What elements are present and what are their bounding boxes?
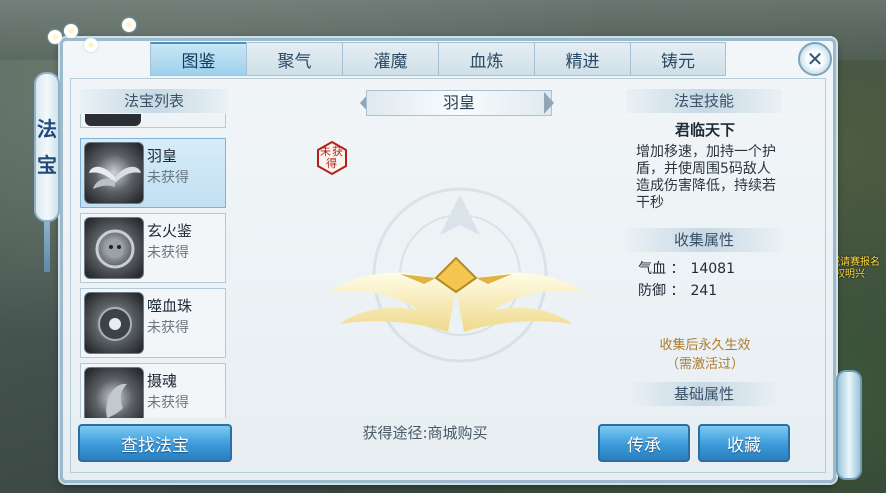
- treasure-wings-model: [328, 256, 584, 332]
- tab-blood-refine[interactable]: 血炼: [438, 42, 534, 76]
- base-section-header: 基础属性: [626, 382, 782, 406]
- item-name: 玄火鉴: [147, 222, 193, 240]
- treasure-thumb-icon: [85, 114, 141, 126]
- activation-note: （需激活过）: [665, 357, 744, 372]
- item-name: 噬血珠: [147, 297, 193, 315]
- attr-value: 241: [690, 283, 718, 299]
- tab-bar: 图鉴 聚气 灌魔 血炼 精进 铸元: [150, 42, 726, 76]
- attr-row-hp: 气血 ： 14081: [638, 261, 735, 277]
- plum-blossom-icon: [64, 24, 78, 38]
- find-treasure-button[interactable]: 查找法宝: [78, 424, 232, 462]
- seal-text: 未获得: [320, 145, 344, 170]
- treasure-name-title: 羽皇: [366, 90, 552, 116]
- plum-blossom-icon: [48, 30, 62, 44]
- skill-description: 增加移速，加持一个护盾，并使周围5码敌人造成伤害降低，持续若干秒: [636, 144, 776, 211]
- treasure-info-panel[interactable]: 法宝技能 君临天下 增加移速，加持一个护盾，并使周围5码敌人造成伤害降低，持续若…: [620, 89, 790, 417]
- inherit-button[interactable]: 传承: [598, 424, 690, 462]
- tab-forge[interactable]: 铸元: [630, 42, 726, 76]
- close-icon: ✕: [806, 47, 824, 71]
- list-item[interactable]: 噬血珠 未获得: [80, 288, 226, 358]
- scroll-tassel: [44, 222, 50, 272]
- attr-label: 防御: [638, 283, 666, 299]
- tab-infuse[interactable]: 灌魔: [342, 42, 438, 76]
- item-status: 未获得: [147, 395, 189, 411]
- plum-blossom-icon: [84, 38, 98, 52]
- collect-note: 收集后永久生效: [659, 338, 751, 353]
- soul-icon: [84, 367, 144, 418]
- skill-name: 君临天下: [674, 121, 735, 139]
- item-name: 羽皇: [147, 147, 178, 165]
- item-status: 未获得: [147, 320, 189, 336]
- attr-row-defense: 防御 ： 241: [638, 283, 718, 299]
- item-status: 未获得: [147, 245, 189, 261]
- attr-label: 气血: [638, 261, 666, 277]
- treasure-list-title: 法宝列表: [80, 89, 228, 113]
- list-item[interactable]: 玄火鉴 未获得: [80, 213, 226, 283]
- list-item-partial[interactable]: [80, 114, 226, 128]
- attr-value: 14081: [690, 261, 735, 277]
- item-name: 摄魂: [147, 372, 178, 390]
- close-button[interactable]: ✕: [798, 42, 832, 76]
- lantern-decoration: [836, 370, 862, 480]
- not-obtained-seal: 未获得: [314, 140, 350, 176]
- list-item[interactable]: 摄魂 未获得: [80, 363, 226, 418]
- plum-blossom-icon: [122, 18, 136, 32]
- collect-section-header: 收集属性: [626, 228, 782, 252]
- treasure-list[interactable]: 羽皇 未获得 玄火鉴 未获得 噬血珠 未获得 摄魂 未获得: [80, 114, 228, 418]
- list-item[interactable]: 羽皇 未获得: [80, 138, 226, 208]
- wings-icon: [84, 142, 144, 204]
- collect-button[interactable]: 收藏: [698, 424, 790, 462]
- acquire-source-text: 获得途径:商城购买: [362, 424, 488, 442]
- side-title-char-1: 法: [37, 117, 57, 141]
- skill-section-header: 法宝技能: [626, 89, 782, 113]
- tab-gather-qi[interactable]: 聚气: [246, 42, 342, 76]
- next-arrow-icon[interactable]: [544, 92, 554, 114]
- side-scroll-title: 法 宝: [34, 72, 60, 222]
- side-title-char-2: 宝: [37, 153, 57, 177]
- blood-orb-icon: [84, 292, 144, 354]
- tab-atlas[interactable]: 图鉴: [150, 42, 246, 76]
- tab-advance[interactable]: 精进: [534, 42, 630, 76]
- item-status: 未获得: [147, 170, 189, 186]
- fire-mirror-icon: [84, 217, 144, 279]
